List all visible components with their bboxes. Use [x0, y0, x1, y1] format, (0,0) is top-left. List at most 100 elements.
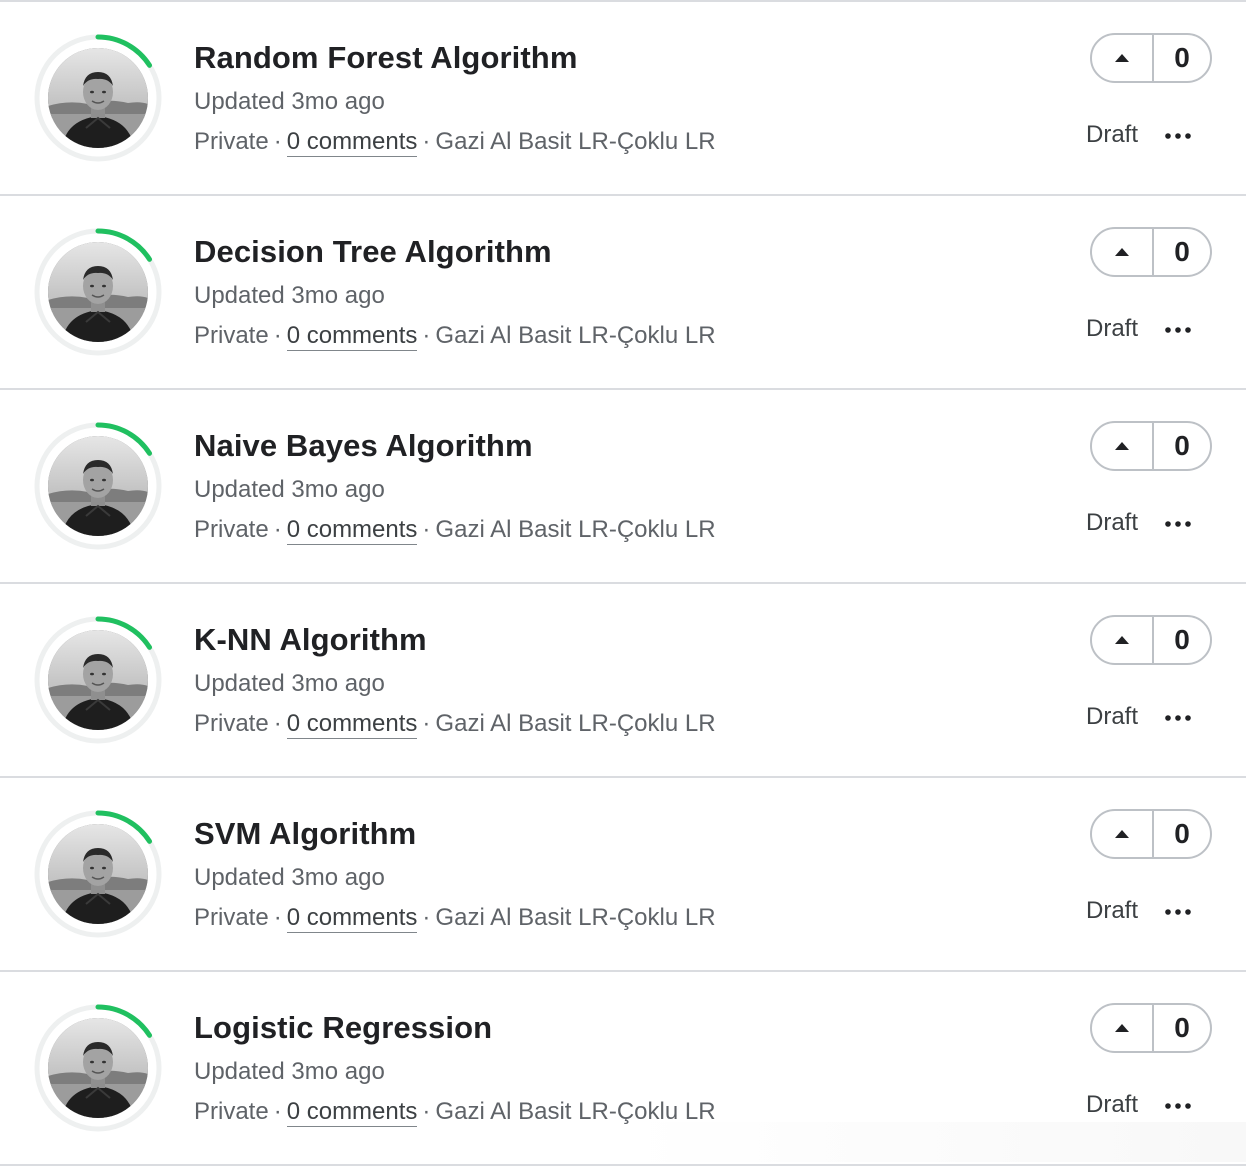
vote-count: 0: [1154, 617, 1210, 663]
vote-count: 0: [1154, 423, 1210, 469]
status-label: Draft: [1086, 509, 1138, 537]
caret-up-icon: [1114, 247, 1130, 257]
updated-time: Updated 3mo ago: [194, 476, 385, 504]
list-item[interactable]: Random Forest Algorithm Updated 3mo ago …: [0, 2, 1246, 196]
vote-count: 0: [1154, 811, 1210, 857]
comments-link[interactable]: 0 comments: [287, 516, 418, 545]
upvote-button[interactable]: [1092, 35, 1154, 81]
more-horizontal-icon: [1165, 133, 1191, 139]
notebook-meta: Private·0 comments·Gazi Al Basit LR-Çokl…: [194, 1098, 716, 1126]
status-label: Draft: [1086, 703, 1138, 731]
notebook-title[interactable]: Random Forest Algorithm: [194, 40, 578, 76]
avatar[interactable]: [34, 616, 162, 744]
comments-link[interactable]: 0 comments: [287, 128, 418, 157]
avatar[interactable]: [34, 810, 162, 938]
list-item[interactable]: SVM Algorithm Updated 3mo ago Private ·0 …: [0, 778, 1246, 972]
upvote-button[interactable]: [1092, 229, 1154, 275]
visibility-label: Private: [194, 516, 269, 543]
notebook-title[interactable]: Logistic Regression: [194, 1010, 492, 1046]
more-options-button[interactable]: [1160, 316, 1196, 344]
notebook-title[interactable]: SVM Algorithm: [194, 816, 416, 852]
upvote-button[interactable]: [1092, 811, 1154, 857]
comments-link[interactable]: 0 comments: [287, 904, 418, 933]
avatar-photo: [48, 242, 148, 342]
updated-time: Updated 3mo ago: [194, 864, 385, 892]
more-options-button[interactable]: [1160, 704, 1196, 732]
separator: ·: [269, 710, 287, 737]
status-label: Draft: [1086, 897, 1138, 925]
updated-time: Updated 3mo ago: [194, 88, 385, 116]
notebook-title[interactable]: K-NN Algorithm: [194, 622, 427, 658]
avatar-photo: [48, 824, 148, 924]
more-options-button[interactable]: [1160, 122, 1196, 150]
vote-count: 0: [1154, 229, 1210, 275]
avatar[interactable]: [34, 1004, 162, 1132]
more-horizontal-icon: [1165, 1103, 1191, 1109]
vote-button-group: 0: [1090, 809, 1212, 859]
source-dataset-label: Gazi Al Basit LR-Çoklu LR: [435, 1098, 715, 1125]
upvote-button[interactable]: [1092, 1005, 1154, 1051]
notebook-meta: Private·0 comments·Gazi Al Basit LR-Çokl…: [194, 710, 716, 738]
notebook-meta: Private·0 comments·Gazi Al Basit LR-Çokl…: [194, 904, 716, 932]
separator: ·: [417, 516, 435, 543]
comments-link[interactable]: 0 comments: [287, 710, 418, 739]
list-item[interactable]: K-NN Algorithm Updated 3mo ago Private·0…: [0, 584, 1246, 778]
visibility-label: Private: [194, 1098, 269, 1125]
notebook-meta: Private·0 comments·Gazi Al Basit LR-Çokl…: [194, 128, 716, 156]
upvote-button[interactable]: [1092, 617, 1154, 663]
avatar[interactable]: [34, 422, 162, 550]
comments-link[interactable]: 0 comments: [287, 1098, 418, 1127]
list-item[interactable]: Decision Tree Algorithm Updated 3mo ago …: [0, 196, 1246, 390]
vote-button-group: 0: [1090, 421, 1212, 471]
notebook-title[interactable]: Decision Tree Algorithm: [194, 234, 552, 270]
avatar-photo: [48, 48, 148, 148]
updated-time: Updated 3mo ago: [194, 1058, 385, 1086]
upvote-button[interactable]: [1092, 423, 1154, 469]
avatar[interactable]: [34, 34, 162, 162]
vote-count: 0: [1154, 1005, 1210, 1051]
separator: ·: [269, 128, 287, 155]
more-horizontal-icon: [1165, 521, 1191, 527]
vote-button-group: 0: [1090, 227, 1212, 277]
updated-time: Updated 3mo ago: [194, 282, 385, 310]
avatar-photo: [48, 630, 148, 730]
separator: ·: [269, 516, 287, 543]
status-label: Draft: [1086, 1091, 1138, 1119]
source-dataset-label: Gazi Al Basit LR-Çoklu LR: [435, 128, 715, 155]
notebook-list: Random Forest Algorithm Updated 3mo ago …: [0, 0, 1246, 1166]
visibility-label: Private: [194, 904, 269, 931]
source-dataset-label: Gazi Al Basit LR-Çoklu LR: [435, 516, 715, 543]
avatar-photo: [48, 436, 148, 536]
status-label: Draft: [1086, 121, 1138, 149]
caret-up-icon: [1114, 635, 1130, 645]
list-item[interactable]: Logistic Regression Updated 3mo ago Priv…: [0, 972, 1246, 1166]
notebook-title[interactable]: Naive Bayes Algorithm: [194, 428, 533, 464]
avatar-photo: [48, 1018, 148, 1118]
more-options-button[interactable]: [1160, 510, 1196, 538]
comments-link[interactable]: 0 comments: [287, 322, 418, 351]
visibility-label: Private: [194, 322, 269, 349]
vote-button-group: 0: [1090, 1003, 1212, 1053]
more-horizontal-icon: [1165, 327, 1191, 333]
source-dataset-label: Gazi Al Basit LR-Çoklu LR: [435, 322, 715, 349]
caret-up-icon: [1114, 441, 1130, 451]
notebook-meta: Private·0 comments·Gazi Al Basit LR-Çokl…: [194, 516, 716, 544]
separator: ·: [417, 128, 435, 155]
separator: ·: [417, 710, 435, 737]
separator: ·: [269, 1098, 287, 1125]
vote-button-group: 0: [1090, 615, 1212, 665]
visibility-label: Private: [194, 710, 269, 737]
more-options-button[interactable]: [1160, 898, 1196, 926]
separator: ·: [417, 904, 435, 931]
list-item[interactable]: Naive Bayes Algorithm Updated 3mo ago Pr…: [0, 390, 1246, 584]
more-options-button[interactable]: [1160, 1092, 1196, 1120]
separator: ·: [417, 1098, 435, 1125]
caret-up-icon: [1114, 53, 1130, 63]
visibility-label: Private: [194, 128, 269, 155]
updated-time: Updated 3mo ago: [194, 670, 385, 698]
more-horizontal-icon: [1165, 909, 1191, 915]
status-label: Draft: [1086, 315, 1138, 343]
caret-up-icon: [1114, 829, 1130, 839]
vote-count: 0: [1154, 35, 1210, 81]
avatar[interactable]: [34, 228, 162, 356]
